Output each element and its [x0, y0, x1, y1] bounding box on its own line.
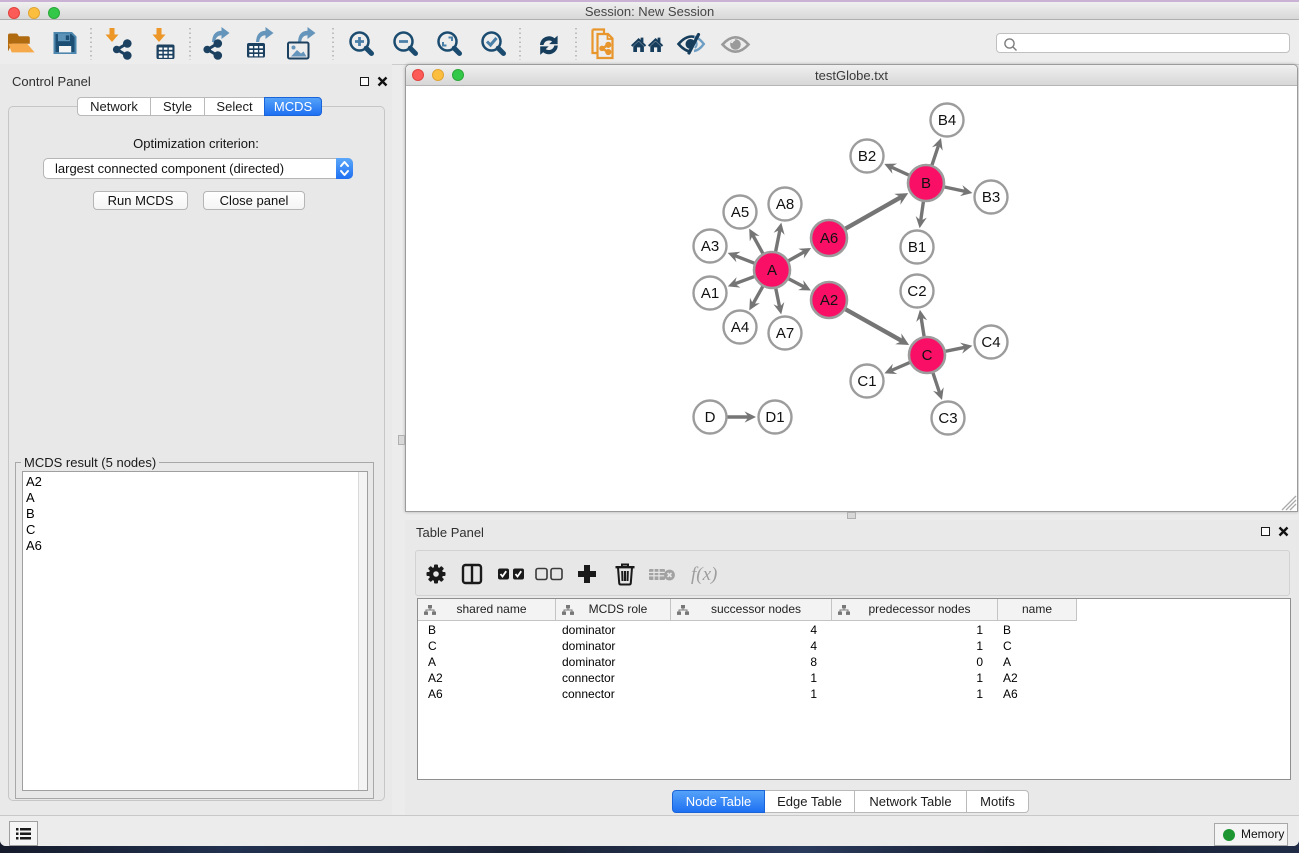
svg-text:A8: A8 [776, 196, 794, 213]
svg-text:A3: A3 [701, 238, 719, 255]
svg-text:A5: A5 [731, 204, 749, 221]
svg-text:B4: B4 [938, 112, 956, 129]
svg-text:A: A [767, 262, 777, 279]
svg-text:A6: A6 [820, 230, 838, 247]
svg-text:C1: C1 [857, 373, 876, 390]
svg-text:C: C [922, 347, 933, 364]
svg-text:C3: C3 [938, 410, 957, 427]
svg-text:B1: B1 [908, 239, 926, 256]
svg-text:A1: A1 [701, 285, 719, 302]
svg-text:D1: D1 [765, 409, 784, 426]
svg-text:B2: B2 [858, 148, 876, 165]
svg-text:C2: C2 [907, 283, 926, 300]
svg-text:C4: C4 [981, 334, 1000, 351]
svg-text:B: B [921, 175, 931, 192]
svg-text:A7: A7 [776, 325, 794, 342]
svg-text:A2: A2 [820, 292, 838, 309]
svg-text:B3: B3 [982, 189, 1000, 206]
svg-text:f(x): f(x) [691, 564, 717, 585]
svg-text:A4: A4 [731, 319, 749, 336]
svg-text:D: D [705, 409, 716, 426]
